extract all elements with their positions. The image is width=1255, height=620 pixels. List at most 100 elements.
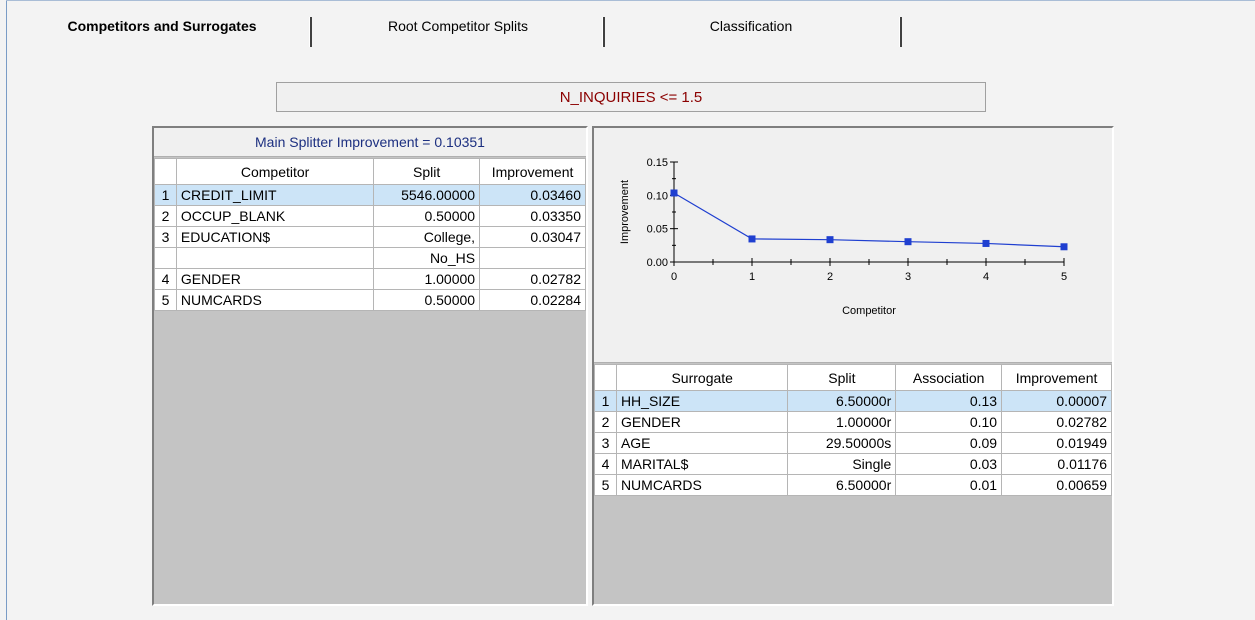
- row-index: 5: [154, 289, 177, 311]
- split-value: 1.00000r: [787, 411, 897, 433]
- row-index: 5: [594, 474, 617, 496]
- association-value: 0.03: [895, 453, 1003, 475]
- association-value: 0.10: [895, 411, 1003, 433]
- competitor-name: CREDIT_LIMIT: [175, 184, 375, 206]
- improvement-value: 0.02782: [479, 268, 586, 290]
- improvement-value: 0.02782: [1001, 411, 1112, 433]
- improvement-value: 0.01949: [1001, 432, 1112, 454]
- table-header-row: Surrogate Split Association Improvement: [594, 364, 1112, 391]
- x-tick-label: 5: [1061, 271, 1067, 283]
- data-point: [1060, 243, 1068, 251]
- data-point: [748, 235, 756, 243]
- surrogate-name: AGE: [615, 432, 789, 454]
- split-value: 0.50000: [373, 289, 481, 311]
- y-tick-label: 0.05: [647, 224, 668, 236]
- tab-label: Root Competitor Splits: [387, 18, 529, 34]
- split-value: College,: [373, 226, 481, 248]
- table-row[interactable]: 4 GENDER 1.00000 0.02782: [154, 268, 586, 290]
- surrogates-panel: 0.00 0.05 0.10 0.15 0 1 2 3 4 5 Competitor Improvem…: [592, 126, 1114, 606]
- split-value: 29.50000s: [787, 432, 897, 454]
- main-splitter-improvement: Main Splitter Improvement = 0.10351: [154, 128, 586, 157]
- association-value: 0.01: [895, 474, 1003, 496]
- x-tick-label: 2: [827, 271, 833, 283]
- split-value: 6.50000r: [787, 474, 897, 496]
- table-row[interactable]: 5 NUMCARDS 0.50000 0.02284: [154, 289, 586, 311]
- table-row[interactable]: 4 MARITAL$ Single 0.03 0.01176: [594, 453, 1112, 475]
- split-value: 6.50000r: [787, 390, 897, 412]
- tab-classification[interactable]: Classification: [606, 15, 896, 43]
- column-header-surrogate[interactable]: Surrogate: [615, 364, 789, 391]
- improvement-value: [479, 247, 586, 269]
- x-tick-label: 1: [749, 271, 755, 283]
- tab-competitors-and-surrogates[interactable]: Competitors and Surrogates: [27, 15, 297, 43]
- table-row[interactable]: 2 GENDER 1.00000r 0.10 0.02782: [594, 411, 1112, 433]
- x-tick-label: 3: [905, 271, 911, 283]
- data-point: [904, 238, 912, 246]
- surrogate-name: GENDER: [615, 411, 789, 433]
- tab-divider: [602, 17, 605, 47]
- improvement-value: 0.00007: [1001, 390, 1112, 412]
- row-index: 1: [154, 184, 177, 206]
- split-value: 0.50000: [373, 205, 481, 227]
- chart-svg: 0.00 0.05 0.10 0.15 0 1 2 3 4 5 Competitor Improvem…: [619, 157, 1068, 317]
- column-header-competitor[interactable]: Competitor: [175, 158, 375, 185]
- window-left-border: [6, 0, 7, 620]
- tab-label: Classification: [709, 18, 793, 34]
- y-axis-label: Improvement: [619, 180, 631, 244]
- improvement-chart: 0.00 0.05 0.10 0.15 0 1 2 3 4 5 Competitor Improvem…: [594, 128, 1112, 363]
- tab-divider: [309, 17, 312, 47]
- improvement-value: 0.03350: [479, 205, 586, 227]
- column-header-improvement[interactable]: Improvement: [479, 158, 586, 185]
- table-row[interactable]: No_HS: [154, 247, 586, 269]
- competitor-name: EDUCATION$: [175, 226, 375, 248]
- column-header-split[interactable]: Split: [787, 364, 897, 391]
- table-header-row: Competitor Split Improvement: [154, 158, 586, 185]
- node-title: N_INQUIRIES <= 1.5: [276, 82, 986, 112]
- window-top-border: [6, 0, 1255, 1]
- improvement-value: 0.03047: [479, 226, 586, 248]
- data-point: [982, 239, 990, 247]
- association-value: 0.13: [895, 390, 1003, 412]
- series-line: [673, 192, 1065, 248]
- x-tick-label: 0: [671, 271, 677, 283]
- competitor-name: GENDER: [175, 268, 375, 290]
- x-tick-label: 4: [983, 271, 989, 283]
- competitor-name: OCCUP_BLANK: [175, 205, 375, 227]
- row-index-header: [154, 158, 177, 185]
- table-row[interactable]: 1 HH_SIZE 6.50000r 0.13 0.00007: [594, 390, 1112, 412]
- row-index: 3: [154, 226, 177, 248]
- split-value: No_HS: [373, 247, 481, 269]
- y-tick-label: 0.10: [647, 190, 668, 202]
- column-header-improvement[interactable]: Improvement: [1001, 364, 1112, 391]
- tab-bar: Competitors and Surrogates Root Competit…: [7, 5, 1255, 47]
- improvement-value: 0.01176: [1001, 453, 1112, 475]
- split-value: 1.00000: [373, 268, 481, 290]
- improvement-value: 0.00659: [1001, 474, 1112, 496]
- table-row[interactable]: 3 AGE 29.50000s 0.09 0.01949: [594, 432, 1112, 454]
- competitor-name: NUMCARDS: [175, 289, 375, 311]
- data-point: [826, 236, 834, 244]
- table-row[interactable]: 3 EDUCATION$ College, 0.03047: [154, 226, 586, 248]
- competitors-panel: Main Splitter Improvement = 0.10351 Comp…: [152, 126, 588, 606]
- row-index: 2: [594, 411, 617, 433]
- x-axis-label: Competitor: [842, 305, 896, 317]
- split-value: 5546.00000: [373, 184, 481, 206]
- competitor-name: [175, 247, 375, 269]
- y-tick-label: 0.15: [647, 157, 668, 169]
- table-row[interactable]: 2 OCCUP_BLANK 0.50000 0.03350: [154, 205, 586, 227]
- table-row[interactable]: 1 CREDIT_LIMIT 5546.00000 0.03460: [154, 184, 586, 206]
- row-index-header: [594, 364, 617, 391]
- surrogates-table: Surrogate Split Association Improvement …: [594, 364, 1112, 496]
- data-point: [670, 189, 678, 197]
- column-header-association[interactable]: Association: [895, 364, 1003, 391]
- column-header-split[interactable]: Split: [373, 158, 481, 185]
- tab-root-competitor-splits[interactable]: Root Competitor Splits: [313, 15, 603, 43]
- table-row[interactable]: 5 NUMCARDS 6.50000r 0.01 0.00659: [594, 474, 1112, 496]
- y-tick-label: 0.00: [647, 257, 668, 269]
- tab-divider: [899, 17, 902, 47]
- surrogate-name: NUMCARDS: [615, 474, 789, 496]
- surrogate-name: MARITAL$: [615, 453, 789, 475]
- split-value: Single: [787, 453, 897, 475]
- surrogate-name: HH_SIZE: [615, 390, 789, 412]
- competitors-table: Competitor Split Improvement 1 CREDIT_LIM…: [154, 158, 586, 311]
